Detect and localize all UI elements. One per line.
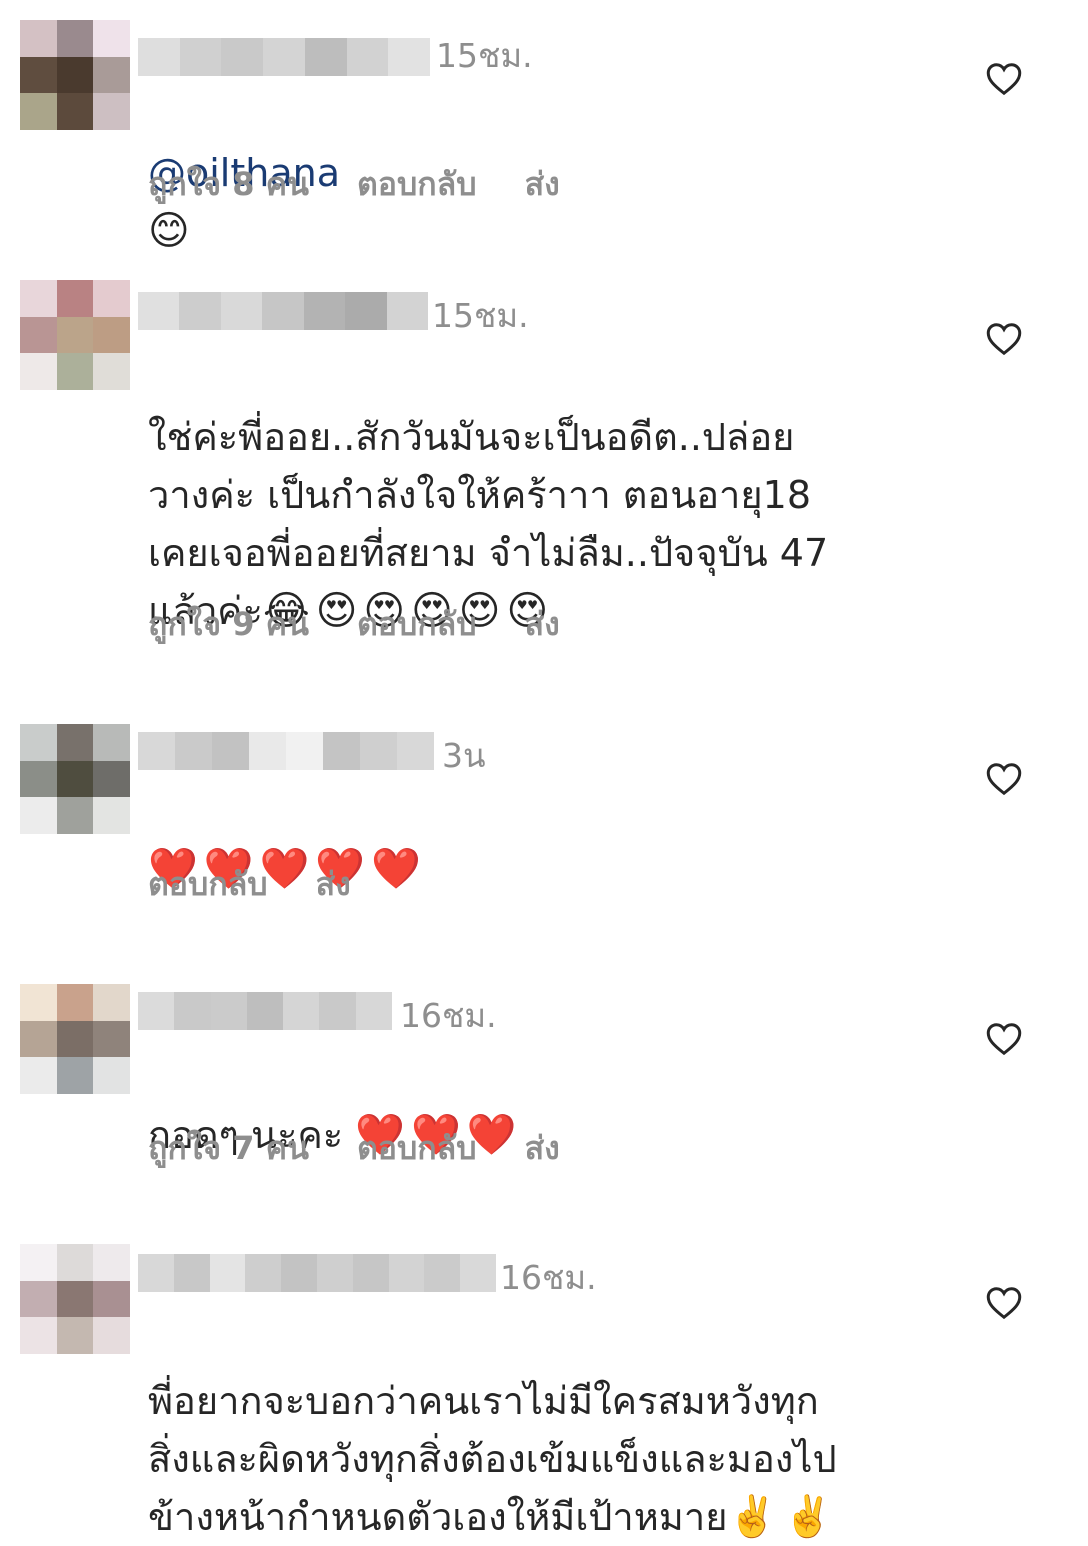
comment-actions: ถูกใจ 9 คน ตอบกลับ ส่ง [148,604,560,644]
avatar[interactable] [20,1244,130,1354]
comment-time: 16ชม. [400,996,497,1035]
comment-text: ใช่ค่ะพี่ออย..สักวันมันจะเป็นอดีต..ปล่อย… [148,350,928,640]
comment-time: 15ชม. [436,36,533,75]
emoji: 😊 [148,208,196,254]
send-button[interactable]: ส่ง [316,864,351,904]
comment-actions: ถูกใจ 8 คน ตอบกลับ ส่ง [148,164,560,204]
like-heart-icon[interactable] [986,62,1022,96]
likes-count[interactable]: ถูกใจ 8 คน [148,164,309,204]
send-button[interactable]: ส่ง [525,164,560,204]
reply-button[interactable]: ตอบกลับ [357,604,477,644]
comment-time: 3น [442,736,486,775]
comment-time: 16ชม. [500,1258,597,1297]
like-heart-icon[interactable] [986,762,1022,796]
reply-button[interactable]: ตอบกลับ [357,1128,477,1168]
comment-time: 15ชม. [432,296,529,335]
username-blurred[interactable] [138,732,434,770]
comment-actions: ตอบกลับ ส่ง [148,864,351,904]
comment-actions: ถูกใจ 7 คน ตอบกลับ ส่ง [148,1128,560,1168]
like-heart-icon[interactable] [986,322,1022,356]
likes-count[interactable]: ถูกใจ 7 คน [148,1128,309,1168]
avatar[interactable] [20,280,130,390]
username-blurred[interactable] [138,1254,496,1292]
like-heart-icon[interactable] [986,1022,1022,1056]
like-heart-icon[interactable] [986,1286,1022,1320]
username-blurred[interactable] [138,992,392,1030]
reply-button[interactable]: ตอบกลับ [148,864,268,904]
username-blurred[interactable] [138,292,428,330]
reply-button[interactable]: ตอบกลับ [357,164,477,204]
avatar[interactable] [20,724,130,834]
send-button[interactable]: ส่ง [525,604,560,644]
avatar[interactable] [20,20,130,130]
send-button[interactable]: ส่ง [525,1128,560,1168]
likes-count[interactable]: ถูกใจ 9 คน [148,604,309,644]
emoji: ✌️✌️ [727,1494,840,1540]
username-blurred[interactable] [138,38,431,76]
comment-text: พี่อยากจะบอกว่าคนเราไม่มีใครสมหวังทุก สิ… [148,1314,928,1546]
avatar[interactable] [20,984,130,1094]
